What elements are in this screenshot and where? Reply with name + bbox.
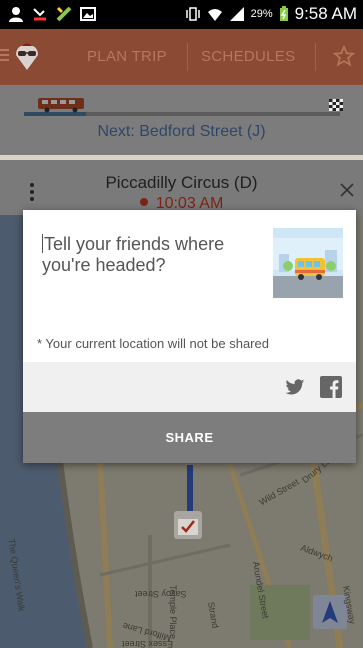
twitter-icon[interactable] bbox=[285, 379, 305, 396]
image-icon bbox=[80, 7, 96, 21]
finish-flag-icon bbox=[329, 99, 343, 111]
stop-name: Piccadilly Circus (D) bbox=[105, 173, 258, 192]
share-message-input[interactable]: Tell your friends where you're headed? bbox=[42, 234, 252, 276]
share-button[interactable]: SHARE bbox=[23, 412, 356, 463]
tab-schedules[interactable]: SCHEDULES bbox=[201, 48, 295, 65]
share-dialog: Tell your friends where you're headed? *… bbox=[23, 210, 356, 463]
share-prompt-text: Tell your friends where you're headed? bbox=[42, 234, 225, 275]
profile-icon bbox=[9, 7, 23, 22]
bus-icon bbox=[38, 98, 84, 113]
tab-plan-trip[interactable]: PLAN TRIP bbox=[87, 48, 167, 65]
tab-separator bbox=[315, 43, 316, 71]
status-bar: 29% 9:58 AM bbox=[0, 0, 363, 29]
next-stop-label: Next: Bedford Street (J) bbox=[97, 123, 266, 140]
text-cursor bbox=[42, 234, 43, 253]
close-icon[interactable] bbox=[339, 182, 355, 198]
location-privacy-note: * Your current location will not be shar… bbox=[37, 336, 269, 351]
wifi-icon bbox=[207, 9, 222, 21]
bus-illustration-image bbox=[273, 228, 343, 298]
missed-call-icon bbox=[33, 8, 46, 21]
trip-progress-panel: Next: Bedford Street (J) bbox=[0, 85, 363, 155]
app-bar: PLAN TRIP SCHEDULES bbox=[0, 29, 363, 85]
street-label: Temple Place bbox=[168, 584, 179, 640]
vibrate-icon bbox=[185, 7, 200, 21]
battery-icon bbox=[279, 6, 288, 21]
street-label: Essex Street bbox=[122, 639, 174, 648]
signal-icon bbox=[229, 7, 244, 21]
stop-card: Piccadilly Circus (D) 10:03 AM bbox=[0, 160, 363, 215]
menu-icon[interactable] bbox=[0, 47, 10, 63]
battery-percent: 29% bbox=[250, 8, 273, 20]
street-label: Savoy Street bbox=[135, 589, 187, 599]
app-icon bbox=[56, 6, 72, 22]
tab-separator bbox=[187, 43, 188, 71]
clock: 9:58 AM bbox=[294, 4, 357, 23]
facebook-icon[interactable] bbox=[320, 376, 342, 398]
star-icon[interactable] bbox=[333, 45, 355, 67]
logo-icon bbox=[16, 43, 38, 70]
time-dot-icon bbox=[139, 198, 148, 206]
social-bar bbox=[23, 362, 356, 412]
